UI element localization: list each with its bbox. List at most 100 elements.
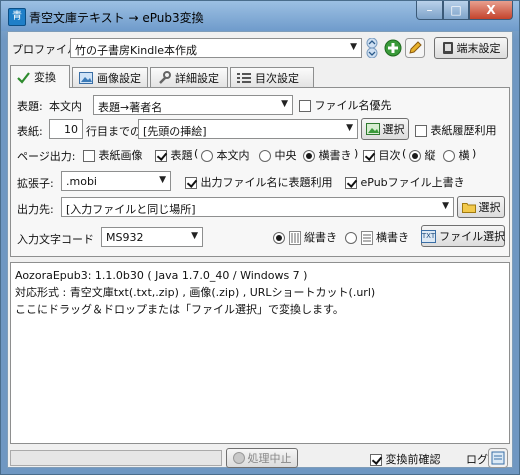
overwrite-box xyxy=(345,177,357,189)
file-select-button[interactable]: TXT ファイル選択 xyxy=(420,225,506,247)
radio-body xyxy=(201,150,213,162)
vertical-text-icon xyxy=(288,231,301,245)
encoding-select-value: MS932 xyxy=(106,231,144,244)
file-select-button-label: ファイル選択 xyxy=(439,230,506,243)
title-in-filename-checkbox[interactable]: 出力ファイル名に表題利用 xyxy=(185,174,333,190)
ext-select-value: .mobi xyxy=(66,175,97,188)
filename-priority-label: ファイル名優先 xyxy=(314,99,392,112)
radio-center xyxy=(259,150,271,162)
tab-detail-settings[interactable]: 詳細設定 xyxy=(150,67,228,87)
edit-profile-button[interactable] xyxy=(405,38,425,58)
log-window-icon xyxy=(488,448,508,468)
stop-icon xyxy=(232,452,245,464)
vertical-writing-option[interactable]: 縦書き xyxy=(273,229,337,245)
device-settings-button[interactable]: 端末設定 xyxy=(434,37,508,59)
title-page-option-center[interactable]: 中央 xyxy=(259,147,297,163)
page-output-label: ページ出力: xyxy=(17,150,76,163)
filename-priority-checkbox[interactable]: ファイル名優先 xyxy=(299,97,392,113)
chevron-down-icon: ▼ xyxy=(281,99,288,109)
log-window-button[interactable] xyxy=(488,448,508,468)
title-page-box xyxy=(155,150,167,162)
device-icon xyxy=(442,42,453,54)
title-source-label: 本文内 xyxy=(49,100,82,113)
cover-lines-label: 行目までの xyxy=(86,125,141,138)
title-page-option-body-label: 本文内 xyxy=(216,149,250,162)
app-icon: 青 xyxy=(8,8,26,26)
log-line: AozoraEpub3: 1.1.0b30 ( Java 1.7.0_40 / … xyxy=(15,269,308,282)
title-page-option-horizontal[interactable]: 横書き xyxy=(303,147,352,163)
cover-image-checkbox[interactable]: 表紙画像 xyxy=(83,147,143,163)
title-page-checkbox[interactable]: 表題 xyxy=(155,147,193,163)
output-select-button[interactable]: 選択 xyxy=(457,196,505,218)
preview-label: 変換前確認 xyxy=(385,453,441,466)
preview-box xyxy=(370,454,382,466)
check-mark-icon xyxy=(17,71,30,84)
maximize-button[interactable]: □ xyxy=(443,1,469,20)
close-button[interactable]: X xyxy=(469,1,513,20)
cover-lines-input[interactable]: 10 xyxy=(49,119,83,139)
overwrite-checkbox[interactable]: ePubファイル上書き xyxy=(345,174,465,190)
chevron-down-icon: ▼ xyxy=(346,123,353,133)
image-icon xyxy=(79,71,93,84)
abort-button[interactable]: 処理中止 xyxy=(226,448,298,468)
filename-priority-box xyxy=(299,100,311,112)
radio-toc-horizontal xyxy=(443,150,455,162)
tab-detail-settings-label: 詳細設定 xyxy=(175,71,219,85)
overwrite-label: ePubファイル上書き xyxy=(360,176,465,189)
radio-horizontal xyxy=(303,150,315,162)
horizontal-writing-option[interactable]: 横書き xyxy=(345,229,409,245)
tab-toc-settings-label: 目次設定 xyxy=(255,71,299,85)
profile-select[interactable]: 竹の子書房Kindle本作成 ▼ xyxy=(70,38,362,58)
cover-history-checkbox[interactable]: 表紙履歴利用 xyxy=(415,122,497,138)
title-page-option-body[interactable]: 本文内 xyxy=(201,147,250,163)
window-title: 青空文庫テキスト → ePub3変換 xyxy=(29,11,204,25)
list-icon xyxy=(237,72,251,83)
cover-history-box xyxy=(415,125,427,137)
toc-paren-close: ) xyxy=(472,147,477,160)
title-page-option-horizontal-label: 横書き xyxy=(318,149,352,162)
tab-image-settings[interactable]: 画像設定 xyxy=(72,67,148,87)
cover-history-label: 表紙履歴利用 xyxy=(430,124,497,137)
title-in-filename-label: 出力ファイル名に表題利用 xyxy=(200,176,333,189)
cover-select[interactable]: [先頭の挿絵] ▼ xyxy=(138,119,358,139)
profile-select-value: 竹の子書房Kindle本作成 xyxy=(75,44,198,57)
client-area: プロファイル: 竹の子書房Kindle本作成 ▼ 端末設定 変換 画像設定 詳細… xyxy=(7,31,513,468)
add-profile-button[interactable] xyxy=(384,39,402,57)
tab-convert[interactable]: 変換 xyxy=(10,65,70,88)
title-bar[interactable]: 青 青空文庫テキスト → ePub3変換 – □ X xyxy=(1,1,519,31)
cover-label: 表紙: xyxy=(17,125,43,138)
cover-select-value: [先頭の挿絵] xyxy=(143,125,207,138)
cover-select-button[interactable]: 選択 xyxy=(361,118,409,140)
vertical-writing-label: 縦書き xyxy=(304,231,337,244)
title-format-select[interactable]: 表題→著者名 ▼ xyxy=(93,95,293,115)
preview-checkbox[interactable]: 変換前確認 xyxy=(370,451,441,467)
chevron-down-icon: ▼ xyxy=(159,175,166,185)
title-page-paren-open: ( xyxy=(194,147,199,160)
toc-paren-open: ( xyxy=(402,147,407,160)
toc-checkbox[interactable]: 目次 xyxy=(363,147,401,163)
cover-image-box xyxy=(83,150,95,162)
toc-box xyxy=(363,150,375,162)
chevron-down-icon: ▼ xyxy=(191,231,198,241)
convert-tab-panel: 表題: 本文内 表題→著者名 ▼ ファイル名優先 表紙: 10 行目までの [先… xyxy=(10,87,510,257)
output-select[interactable]: [入力ファイルと同じ場所] ▼ xyxy=(61,197,454,217)
folder-icon xyxy=(461,203,476,213)
toc-option-horizontal[interactable]: 横 xyxy=(443,147,470,163)
cover-select-button-label: 選択 xyxy=(382,123,405,136)
profile-up-down-spinner[interactable] xyxy=(365,37,379,59)
toc-option-vertical[interactable]: 縦 xyxy=(409,147,436,163)
tab-toc-settings[interactable]: 目次設定 xyxy=(230,67,314,87)
log-line: 対応形式 : 青空文庫txt(.txt,.zip) , 画像(.zip) , U… xyxy=(15,286,376,299)
title-page-label: 表題 xyxy=(170,149,193,162)
encoding-select[interactable]: MS932 ▼ xyxy=(101,227,203,247)
radio-toc-vertical xyxy=(409,150,421,162)
plus-circle-icon xyxy=(384,39,402,57)
output-label: 出力先: xyxy=(17,203,54,216)
title-label: 表題: xyxy=(17,100,43,113)
minimize-button[interactable]: – xyxy=(416,1,443,20)
ext-select[interactable]: .mobi ▼ xyxy=(61,171,171,191)
log-output[interactable]: AozoraEpub3: 1.1.0b30 ( Java 1.7.0_40 / … xyxy=(10,262,510,444)
chevron-down-icon: ▼ xyxy=(350,42,357,52)
tab-convert-label: 変換 xyxy=(34,71,56,84)
log-line: ここにドラッグ＆ドロップまたは「ファイル選択」で変換します。 xyxy=(15,303,344,316)
